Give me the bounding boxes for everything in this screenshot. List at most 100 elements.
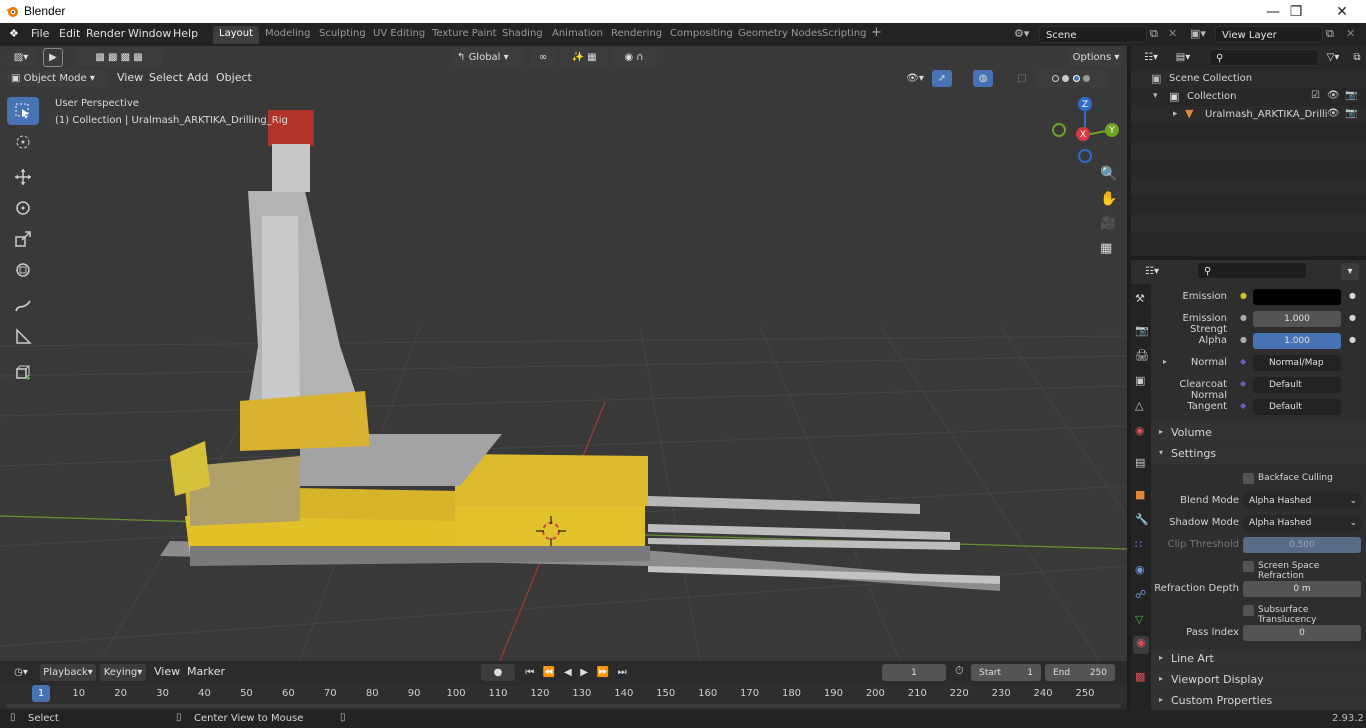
gizmo-toggle-icon[interactable]: ➚ [932, 70, 952, 87]
cursor-tool-icon[interactable] [7, 128, 39, 156]
viewport-display-panel-header[interactable]: ▸ Viewport Display [1151, 670, 1366, 690]
properties-search-input[interactable]: ⚲ [1197, 262, 1307, 279]
viewport-menu-add[interactable]: Add [187, 71, 208, 84]
add-workspace-icon[interactable]: + [871, 25, 882, 40]
alpha-field[interactable]: 1.000 [1253, 333, 1341, 349]
refraction-depth-field[interactable]: 0 m [1243, 581, 1361, 597]
alpha-keyframe-icon[interactable]: ● [1349, 335, 1356, 344]
ortho-grid-icon[interactable]: ▦ [1100, 241, 1112, 256]
new-scene-icon[interactable]: ⧉ [1150, 27, 1158, 41]
outliner-row-object[interactable]: ▸ ▼ Uralmash_ARKTIKA_Drilli 👁 📷 [1131, 106, 1366, 124]
collection-camera-icon[interactable]: 📷 [1345, 90, 1357, 101]
timeline-scrollbar[interactable] [6, 704, 1121, 708]
viewport-display-expand-icon[interactable]: ▸ [1159, 674, 1163, 683]
subsurface-checkbox[interactable] [1243, 605, 1254, 616]
volume-expand-icon[interactable]: ▸ [1159, 427, 1163, 436]
scene-field[interactable]: Scene [1039, 26, 1147, 43]
collection-checkbox-icon[interactable]: ☑ [1311, 90, 1320, 101]
ssr-checkbox[interactable] [1243, 561, 1254, 572]
tab-scripting[interactable]: Scripting [816, 26, 872, 44]
clearcoat-normal-field[interactable]: Default [1253, 377, 1341, 393]
line-art-panel-header[interactable]: ▸ Line Art [1151, 649, 1366, 669]
tool-tab-icon[interactable]: ⚒ [1135, 292, 1145, 305]
emission-color-field[interactable] [1253, 289, 1341, 305]
tab-compositing[interactable]: Compositing [664, 26, 739, 44]
clip-threshold-field[interactable]: 0.500 [1243, 537, 1361, 553]
menu-edit[interactable]: Edit [59, 27, 80, 40]
output-tab-icon[interactable]: 🖨 [1135, 349, 1149, 362]
viewport-menu-view[interactable]: View [117, 71, 143, 84]
keying-dropdown[interactable]: Keying ▾ [100, 664, 146, 681]
preview-range-icon[interactable]: ⏱ [955, 664, 964, 678]
3d-viewport[interactable]: User Perspective (1) Collection | Uralma… [0, 46, 1127, 661]
tab-texture-paint[interactable]: Texture Paint [426, 26, 503, 44]
render-tab-icon[interactable]: 📷 [1135, 324, 1149, 337]
menu-help[interactable]: Help [173, 27, 198, 40]
drilling-rig-model[interactable] [160, 110, 1000, 591]
collection-expand-icon[interactable]: ▾ [1153, 91, 1158, 101]
tab-layout[interactable]: Layout [213, 26, 259, 44]
emission-strength-field[interactable]: 1.000 [1253, 311, 1341, 327]
menu-window[interactable]: Window [128, 27, 171, 40]
display-mode-icon[interactable]: ▤▾ [1169, 49, 1197, 66]
collection-tab-icon[interactable]: ▤ [1135, 456, 1145, 469]
remove-view-layer-icon[interactable]: ✕ [1346, 27, 1355, 40]
tab-geometry-nodes[interactable]: Geometry Nodes [732, 26, 828, 44]
custom-properties-expand-icon[interactable]: ▸ [1159, 695, 1163, 704]
move-tool-icon[interactable] [7, 163, 39, 191]
measure-tool-icon[interactable] [7, 323, 39, 351]
visibility-icon[interactable]: 👁▾ [902, 70, 928, 87]
volume-panel-header[interactable]: ▸ Volume [1151, 423, 1366, 443]
rendered-shading-icon[interactable] [1082, 75, 1090, 82]
modifiers-tab-icon[interactable]: 🔧 [1135, 513, 1149, 526]
prev-keyframe-icon[interactable]: ⏪ [543, 667, 555, 678]
emission-keyframe-icon[interactable]: ● [1349, 291, 1356, 300]
xray-icon[interactable]: □ [1015, 70, 1029, 87]
emission-strength-keyframe-icon[interactable]: ● [1349, 313, 1356, 322]
camera-icon[interactable]: 🎥 [1100, 216, 1116, 231]
material-shading-icon[interactable] [1072, 75, 1080, 82]
constraints-tab-icon[interactable]: ☍ [1135, 588, 1146, 601]
auto-keying-icon[interactable]: ● [481, 664, 515, 681]
zoom-icon[interactable]: 🔍 [1100, 166, 1117, 182]
pass-index-field[interactable]: 0 [1243, 625, 1361, 641]
add-cube-tool-icon[interactable] [7, 358, 39, 386]
jump-end-icon[interactable]: ⏭ [618, 667, 627, 678]
solid-shading-icon[interactable] [1062, 75, 1070, 82]
jump-start-icon[interactable]: ⏮ [525, 667, 534, 678]
scene-tab-icon[interactable]: △ [1135, 399, 1143, 412]
shadow-mode-dropdown[interactable]: Alpha Hashed ⌄ [1243, 515, 1361, 531]
object-eye-icon[interactable]: 👁 [1327, 108, 1340, 119]
rotate-tool-icon[interactable] [7, 194, 39, 222]
outliner-row-collection[interactable]: ▾ ▣ Collection ☑ 👁 📷 [1131, 88, 1366, 106]
mode-dropdown[interactable]: ▣ Object Mode ▾ [7, 70, 107, 87]
blend-mode-dropdown[interactable]: Alpha Hashed ⌄ [1243, 493, 1361, 509]
properties-options-icon[interactable]: ▾ [1341, 263, 1359, 280]
material-tab-icon[interactable]: ◉ [1133, 636, 1149, 654]
editor-type-icon[interactable]: ▨▾ [7, 49, 35, 66]
particles-tab-icon[interactable]: ∷ [1135, 538, 1142, 551]
filter-icon[interactable]: ▽▾ [1321, 49, 1345, 66]
blender-menu-icon[interactable]: ❖ [9, 27, 19, 40]
snap-icon[interactable]: ✨ ▦ [560, 48, 608, 67]
tab-animation[interactable]: Animation [546, 26, 609, 44]
annotate-tool-icon[interactable] [7, 292, 39, 320]
tab-sculpting[interactable]: Sculpting [313, 26, 372, 44]
play-icon[interactable]: ▶ [580, 667, 588, 678]
world-tab-icon[interactable]: ◉ [1135, 424, 1145, 437]
tab-modeling[interactable]: Modeling [259, 26, 317, 44]
settings-panel-header[interactable]: ▾ Settings [1151, 444, 1366, 464]
selection-modes[interactable]: ▩ ▩ ▩ ▩ [76, 48, 162, 67]
viewport-menu-object[interactable]: Object [216, 71, 252, 84]
collection-eye-icon[interactable]: 👁 [1327, 90, 1340, 101]
view-layer-tab-icon[interactable]: ▣ [1135, 374, 1145, 387]
tab-uv-editing[interactable]: UV Editing [367, 26, 431, 44]
playback-dropdown[interactable]: Playback ▾ [40, 664, 96, 681]
object-expand-icon[interactable]: ▸ [1173, 109, 1178, 119]
scale-tool-icon[interactable] [7, 225, 39, 253]
tab-rendering[interactable]: Rendering [605, 26, 668, 44]
transform-tool-icon[interactable] [7, 256, 39, 284]
select-box-tool-icon[interactable] [7, 97, 39, 125]
outliner-editor-icon[interactable]: ☷▾ [1137, 49, 1165, 66]
settings-expand-icon[interactable]: ▾ [1159, 448, 1163, 457]
